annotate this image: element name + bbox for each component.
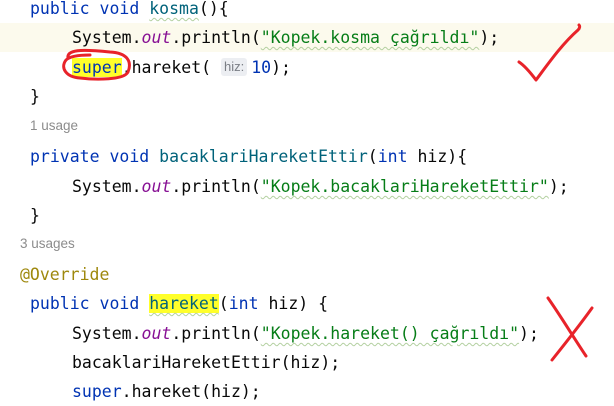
- code-line-bacaklar-decl: private void bacaklariHareketEttir(int h…: [30, 142, 467, 171]
- method-call: .println(: [171, 177, 261, 196]
- class-ref: System.: [72, 177, 142, 196]
- punctuation: ){: [447, 147, 468, 166]
- punctuation: (: [367, 147, 378, 166]
- keyword: void: [99, 0, 140, 18]
- keyword: int: [377, 147, 408, 166]
- code-editor[interactable]: public void kosma(){ System.out.println(…: [0, 0, 614, 405]
- code-line-close-brace: }: [30, 201, 40, 230]
- field-ref: out: [141, 177, 172, 196]
- code-line-override: @Override: [20, 260, 109, 289]
- super-keyword: super: [72, 382, 122, 401]
- code-line-super-hareket: super.hareket( hiz: 10);: [72, 53, 291, 82]
- code-line-hareket-decl: public void hareket(int hiz) {: [30, 289, 328, 318]
- punctuation: );: [519, 324, 539, 343]
- code-line-current: System.out.println("Kopek.kosma çağrıldı…: [0, 23, 614, 52]
- keyword: public: [30, 0, 90, 18]
- method-call: .hareket(hiz);: [121, 382, 261, 401]
- number-literal: 10: [251, 58, 272, 77]
- punctuation: );: [479, 28, 500, 47]
- code-line-kosma-decl: public void kosma(){: [30, 0, 229, 23]
- code-line-call-bacaklar: bacaklariHareketEttir(hiz);: [72, 348, 340, 377]
- class-ref: System.: [72, 324, 142, 343]
- string-literal: "Kopek.kosma çağrıldı": [260, 28, 480, 47]
- keyword: private: [30, 147, 100, 166]
- code-line-println: System.out.println("Kopek.hareket() çağr…: [72, 319, 539, 348]
- field-ref: out: [141, 324, 172, 343]
- keyword: int: [228, 294, 259, 313]
- punctuation: (: [218, 294, 229, 313]
- usage-count[interactable]: 3 usages: [20, 236, 75, 251]
- parameter: hiz) {: [258, 294, 329, 313]
- string-literal: "Kopek.hareket() çağrıldı": [260, 324, 520, 343]
- code-line-close-brace: }: [30, 82, 40, 111]
- method-name[interactable]: kosma: [149, 0, 199, 18]
- brace: }: [30, 206, 40, 225]
- brace: }: [30, 87, 40, 106]
- code-line-super-hareket: super.hareket(hiz);: [72, 377, 261, 406]
- super-keyword: super: [72, 58, 122, 77]
- usage-count[interactable]: 1 usage: [30, 118, 78, 133]
- method-call: .println(: [171, 28, 261, 47]
- method-call: bacaklariHareketEttir(hiz);: [72, 353, 341, 372]
- string-literal: "Kopek.bacaklariHareketEttir": [260, 177, 549, 196]
- code-line-println: System.out.println("Kopek.bacaklariHarek…: [72, 172, 569, 201]
- keyword: void: [99, 294, 140, 313]
- field-ref: out: [141, 28, 172, 47]
- punctuation: );: [548, 177, 569, 196]
- keyword: public: [30, 294, 90, 313]
- method-name[interactable]: hareket: [149, 294, 219, 313]
- method-name[interactable]: bacaklariHareketEttir: [159, 147, 368, 166]
- class-ref: System.: [72, 28, 142, 47]
- punctuation: (){: [198, 0, 229, 18]
- parameter-hint: hiz:: [221, 58, 248, 76]
- method-call: .println(: [171, 324, 261, 343]
- parameter: hiz: [407, 147, 448, 166]
- keyword: void: [109, 147, 150, 166]
- annotation: @Override: [20, 265, 110, 284]
- punctuation: );: [271, 58, 291, 77]
- method-call: .hareket(: [121, 58, 212, 77]
